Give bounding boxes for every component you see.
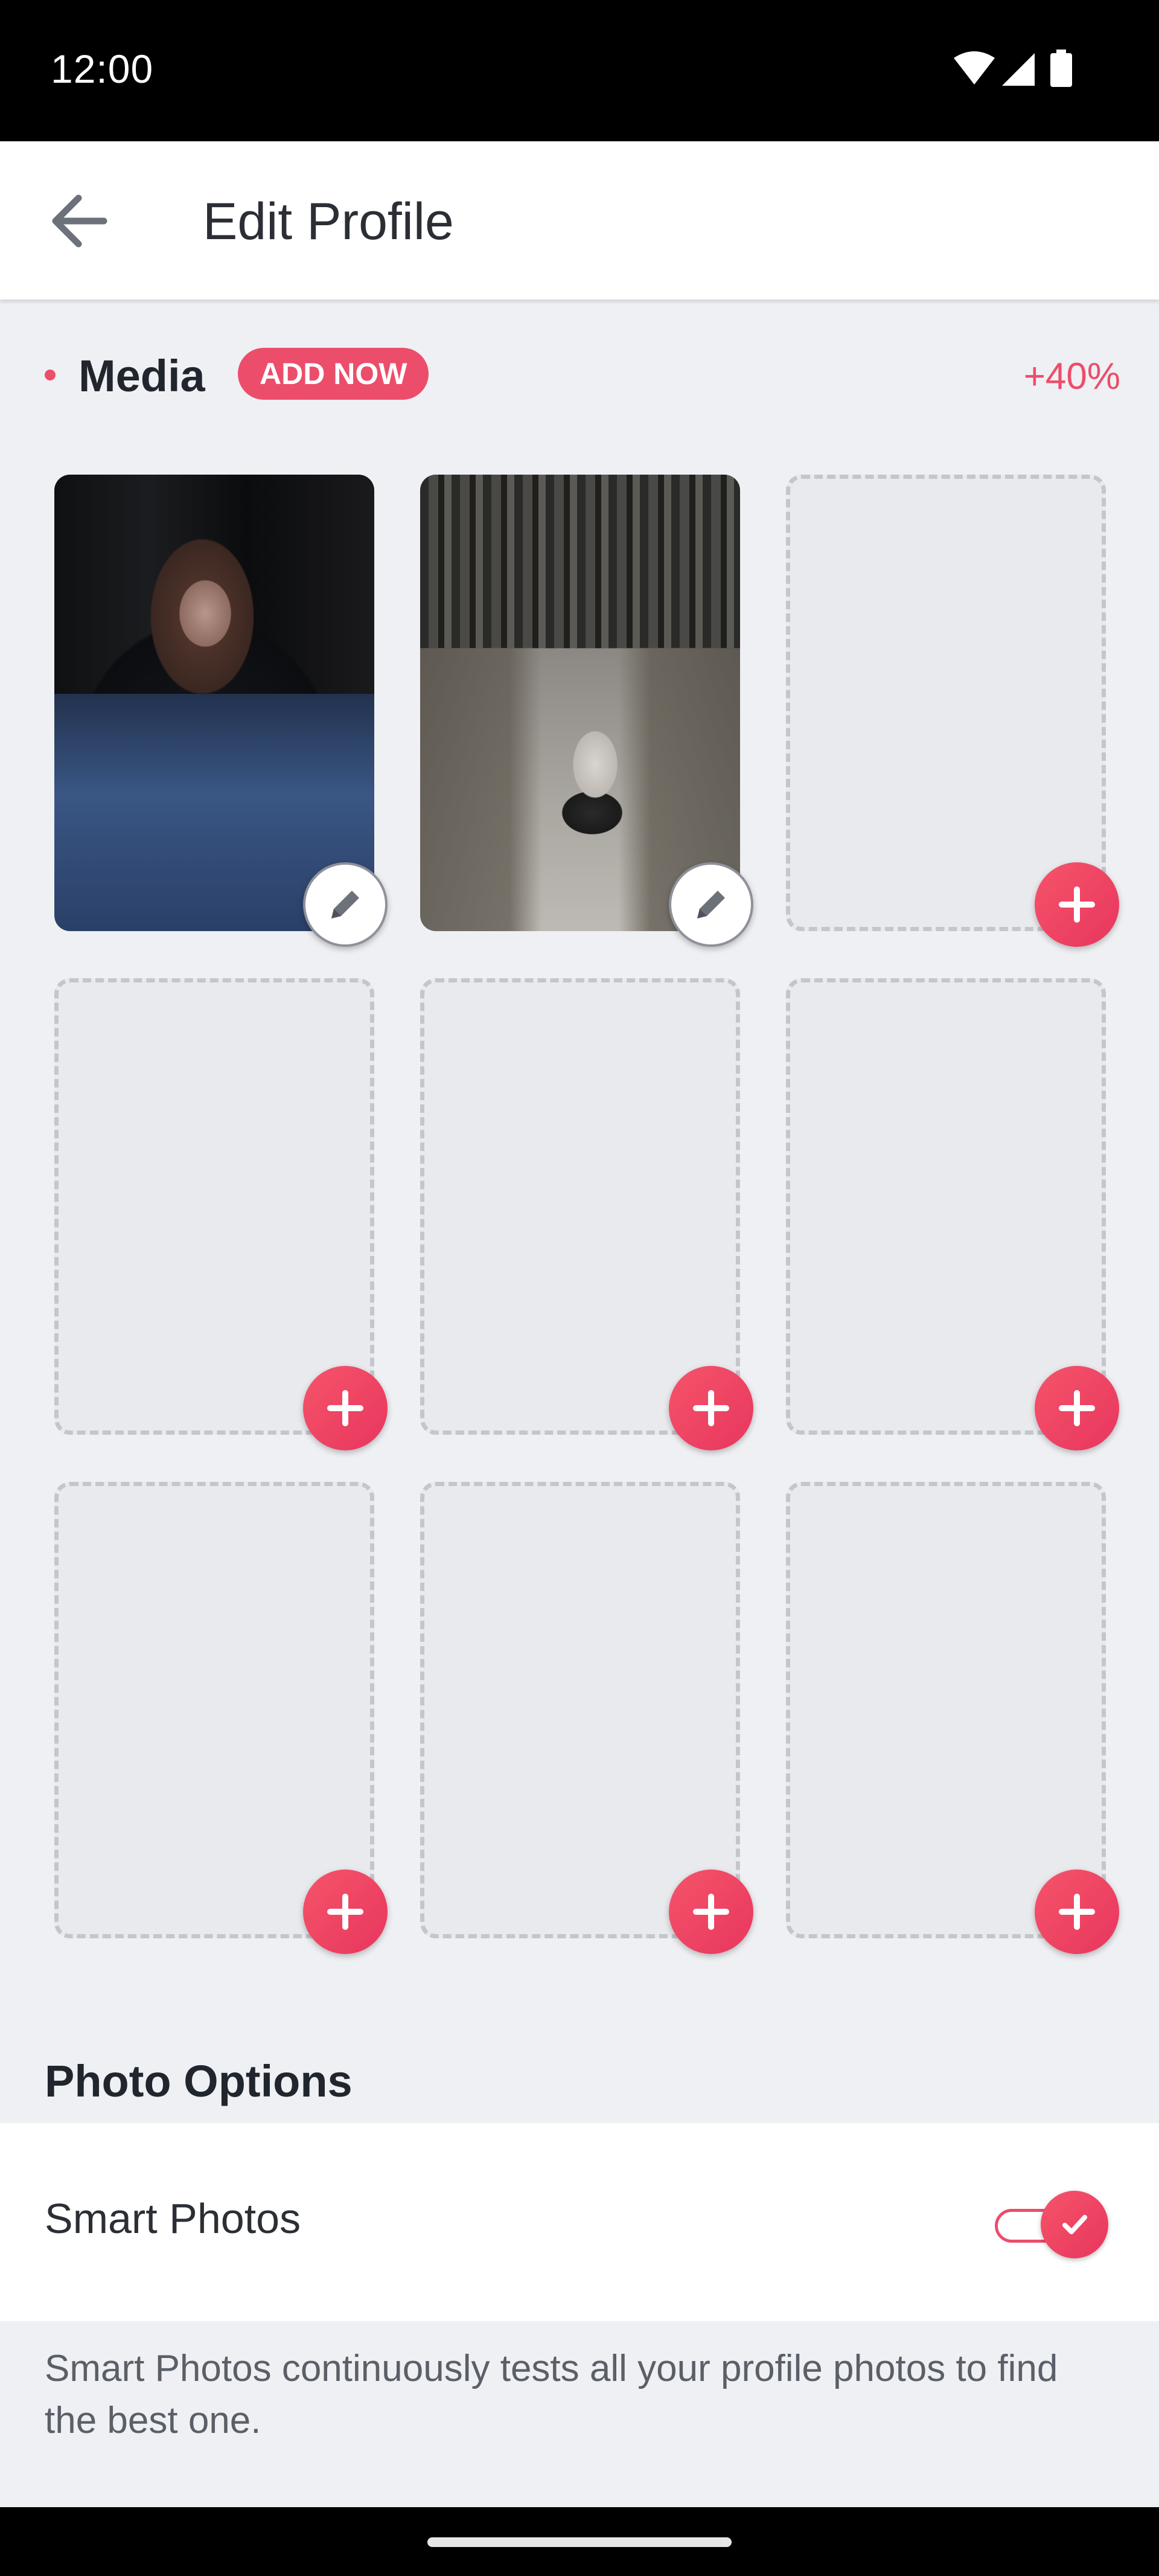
media-slot-7-empty[interactable] bbox=[54, 1482, 374, 1938]
toggle-thumb bbox=[1041, 2191, 1108, 2258]
profile-boost-percent: +40% bbox=[1023, 356, 1120, 397]
back-button[interactable] bbox=[43, 185, 116, 257]
add-photo-button-9[interactable] bbox=[1035, 1870, 1119, 1954]
edit-photo-button-2[interactable] bbox=[669, 862, 753, 947]
media-slot-5-empty[interactable] bbox=[420, 978, 740, 1435]
media-slot-9-empty[interactable] bbox=[786, 1482, 1106, 1938]
plus-icon bbox=[327, 1894, 363, 1930]
system-nav-bar bbox=[0, 2507, 1159, 2576]
add-photo-button-5[interactable] bbox=[669, 1366, 753, 1450]
signal-icon bbox=[1002, 53, 1035, 86]
media-section-label: Media bbox=[78, 351, 205, 401]
battery-icon bbox=[1050, 50, 1072, 87]
plus-icon bbox=[1059, 886, 1095, 923]
smart-photos-row: Smart Photos bbox=[0, 2123, 1159, 2321]
add-now-button[interactable]: ADD NOW bbox=[238, 348, 429, 400]
checkmark-icon bbox=[1062, 2215, 1087, 2234]
smart-photos-label: Smart Photos bbox=[45, 2195, 301, 2242]
add-photo-button-3[interactable] bbox=[1035, 862, 1119, 947]
edit-photo-button-1[interactable] bbox=[303, 862, 388, 947]
home-gesture-handle[interactable] bbox=[427, 2537, 732, 2547]
media-header: Media ADD NOW +40% bbox=[0, 338, 1159, 411]
status-icons bbox=[954, 50, 1087, 88]
add-photo-button-8[interactable] bbox=[669, 1870, 753, 1954]
plus-icon bbox=[1059, 1390, 1095, 1426]
status-time: 12:00 bbox=[51, 46, 154, 91]
media-slot-8-empty[interactable] bbox=[420, 1482, 740, 1938]
smart-photos-toggle[interactable] bbox=[995, 2191, 1111, 2258]
media-slot-4-empty[interactable] bbox=[54, 978, 374, 1435]
status-bar: 12:00 bbox=[0, 0, 1159, 141]
page-title: Edit Profile bbox=[203, 193, 454, 251]
add-photo-button-6[interactable] bbox=[1035, 1366, 1119, 1450]
arrow-left-icon bbox=[52, 194, 107, 248]
media-dot-indicator bbox=[45, 370, 56, 380]
add-photo-button-4[interactable] bbox=[303, 1366, 388, 1450]
media-slot-3-empty[interactable] bbox=[786, 475, 1106, 931]
smart-photos-description: Smart Photos continuously tests all your… bbox=[45, 2348, 1058, 2441]
add-photo-button-7[interactable] bbox=[303, 1870, 388, 1954]
plus-icon bbox=[1059, 1894, 1095, 1930]
app-bar: Edit Profile bbox=[0, 141, 1159, 300]
wifi-icon bbox=[954, 51, 995, 85]
media-slot-1-photo[interactable] bbox=[54, 475, 374, 931]
media-slot-2-photo[interactable] bbox=[420, 475, 740, 931]
photo-options-heading: Photo Options bbox=[45, 2056, 353, 2106]
media-slot-6-empty[interactable] bbox=[786, 978, 1106, 1435]
pencil-icon bbox=[697, 891, 725, 918]
plus-icon bbox=[693, 1894, 729, 1930]
plus-icon bbox=[693, 1390, 729, 1426]
plus-icon bbox=[327, 1390, 363, 1426]
pencil-icon bbox=[331, 891, 359, 918]
